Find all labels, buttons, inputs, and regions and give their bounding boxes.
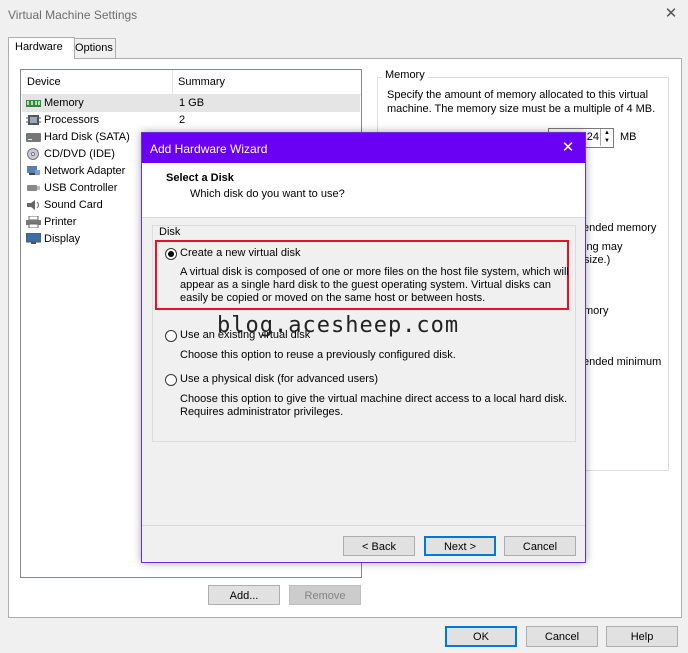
add-device-button[interactable]: Add... <box>208 585 280 605</box>
memory-legend: Memory <box>382 69 428 81</box>
wizard-title: Add Hardware Wizard <box>150 142 268 156</box>
use-physical-disk-radio[interactable] <box>165 374 177 386</box>
remove-device-button[interactable]: Remove <box>289 585 361 605</box>
ok-button[interactable]: OK <box>445 626 517 647</box>
device-name: Display <box>44 233 81 245</box>
device-row-processors[interactable]: Processors 2 <box>22 112 360 129</box>
memory-size-value: 24 <box>586 131 599 143</box>
tab-options[interactable]: Options <box>68 38 116 58</box>
device-summary: 2 <box>179 114 186 126</box>
device-name: Sound Card <box>44 199 103 211</box>
wizard-cancel-button[interactable]: Cancel <box>504 536 576 556</box>
processor-icon <box>26 114 41 126</box>
memory-text-fragment: ing may <box>584 241 623 253</box>
usb-icon <box>26 182 41 194</box>
device-name: Network Adapter <box>44 165 126 177</box>
wizard-header: Select a Disk Which disk do you want to … <box>142 163 585 218</box>
cancel-button[interactable]: Cancel <box>526 626 598 647</box>
next-button[interactable]: Next > <box>424 536 496 556</box>
use-physical-disk-description: Choose this option to give the virtual m… <box>180 393 568 418</box>
memory-icon <box>26 97 41 109</box>
help-button[interactable]: Help <box>606 626 678 647</box>
wizard-separator <box>142 525 585 526</box>
network-adapter-icon <box>26 165 41 177</box>
device-summary: 1 GB <box>179 97 205 109</box>
device-name: Memory <box>44 97 84 109</box>
hard-disk-icon <box>26 131 41 143</box>
memory-unit-label: MB <box>620 131 637 143</box>
device-name: USB Controller <box>44 182 118 194</box>
display-icon <box>25 232 42 245</box>
device-row-memory[interactable]: Memory 1 GB <box>22 95 360 112</box>
wizard-titlebar[interactable]: Add Hardware Wizard ✕ <box>142 133 585 163</box>
disk-group-label: Disk <box>157 226 183 238</box>
sound-card-icon <box>26 199 41 211</box>
device-name: CD/DVD (IDE) <box>44 148 115 160</box>
printer-icon <box>26 215 41 229</box>
close-icon[interactable]: ✕ <box>661 4 681 24</box>
memory-text-fragment: mory <box>584 305 609 317</box>
use-existing-disk-description: Choose this option to reuse a previously… <box>180 349 456 361</box>
column-header-device[interactable]: Device <box>27 76 61 88</box>
use-physical-disk-label[interactable]: Use a physical disk (for advanced users) <box>180 373 378 385</box>
create-new-disk-description: A virtual disk is composed of one or mor… <box>180 266 569 304</box>
device-name: Printer <box>44 216 77 228</box>
column-header-summary[interactable]: Summary <box>178 76 225 88</box>
close-icon[interactable]: ✕ <box>557 138 579 158</box>
wizard-step-subtitle: Which disk do you want to use? <box>190 188 345 200</box>
memory-text-fragment: size.) <box>584 254 611 266</box>
device-name: Hard Disk (SATA) <box>44 131 130 143</box>
back-button[interactable]: < Back <box>343 536 415 556</box>
spinner-arrows-icon[interactable]: ▲ ▼ <box>600 129 613 146</box>
device-list-header: Device Summary <box>21 70 361 95</box>
tab-hardware[interactable]: Hardware <box>8 37 75 59</box>
device-name: Processors <box>44 114 100 126</box>
add-hardware-wizard: Add Hardware Wizard ✕ Select a Disk Whic… <box>141 132 586 563</box>
watermark: blog.acesheep.com <box>217 313 460 338</box>
create-new-disk-radio[interactable] <box>165 248 177 260</box>
cd-dvd-icon <box>26 148 41 160</box>
column-divider <box>172 70 173 94</box>
use-existing-disk-radio[interactable] <box>165 330 177 342</box>
create-new-disk-label[interactable]: Create a new virtual disk <box>180 247 300 259</box>
window-title: Virtual Machine Settings <box>8 8 138 22</box>
memory-text-fragment: ended minimum <box>583 356 662 368</box>
memory-description: Specify the amount of memory allocated t… <box>387 89 656 115</box>
memory-text-fragment: ended memory <box>583 222 657 234</box>
wizard-step-title: Select a Disk <box>166 172 234 184</box>
